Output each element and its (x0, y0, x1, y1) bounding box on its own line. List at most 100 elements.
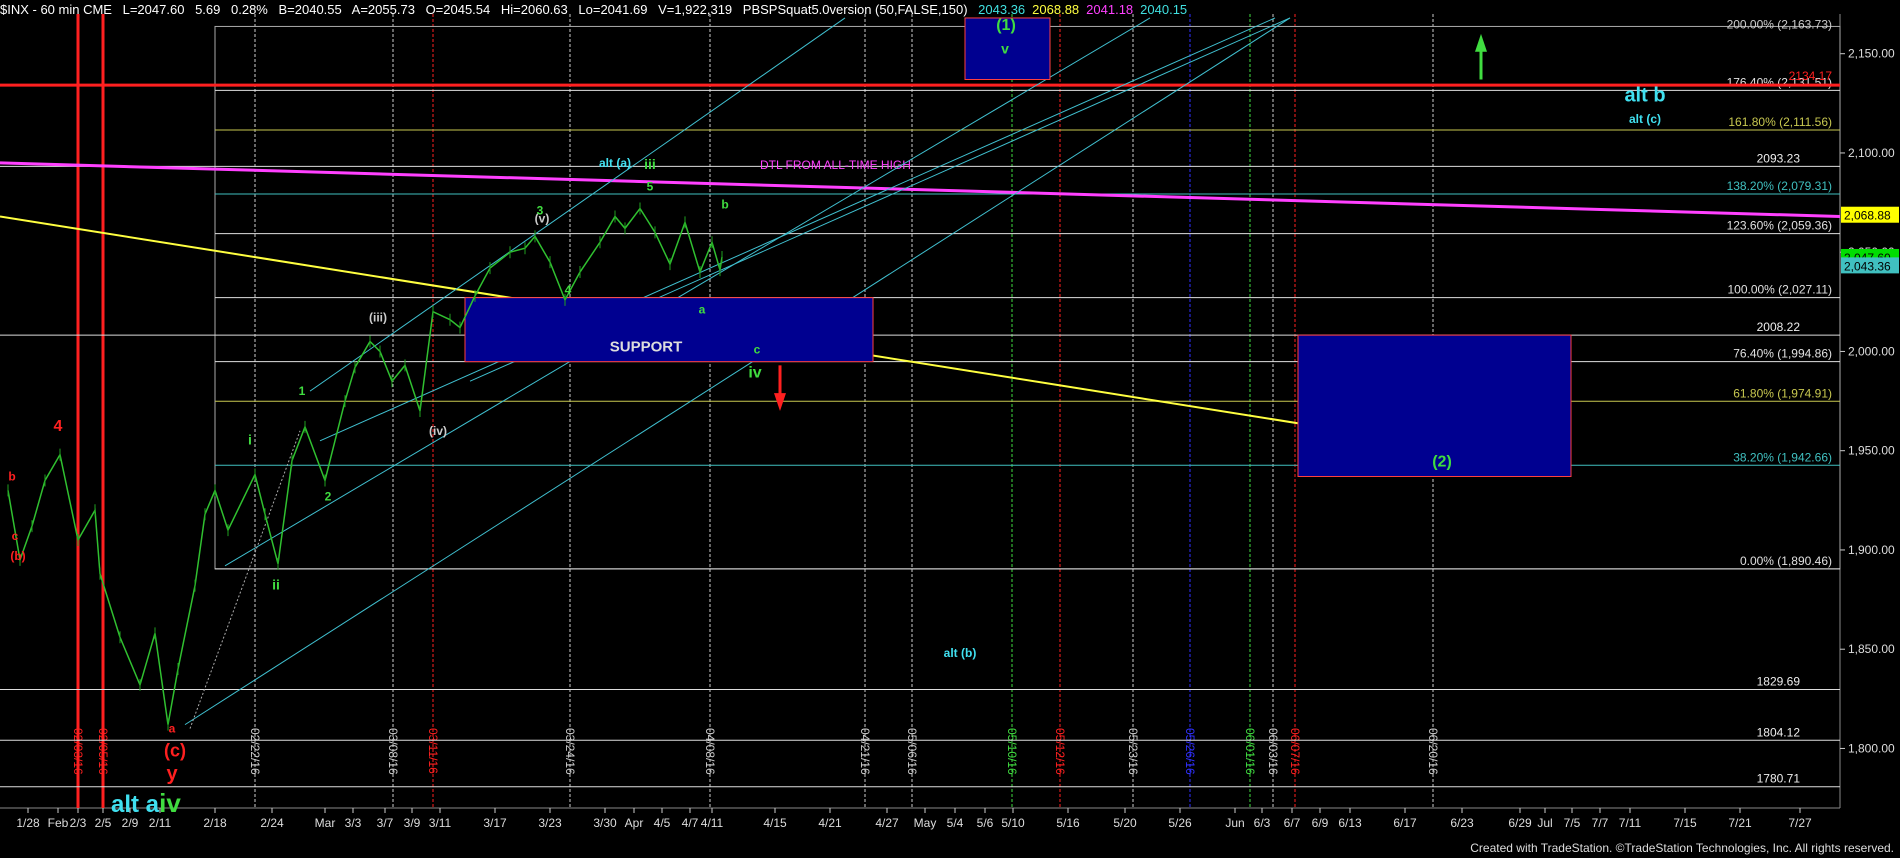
wave-label: alt (a) (599, 156, 631, 170)
wave-label: (iv) (429, 424, 447, 438)
x-tick-label: 5/10 (1001, 816, 1025, 830)
wave-label: alt b (1624, 84, 1665, 106)
x-tick-label: 6/17 (1393, 816, 1417, 830)
x-tick-label: 4/27 (875, 816, 899, 830)
channel-line (319, 17, 1276, 442)
wave-label: (1) (996, 17, 1016, 34)
x-tick-label: 7/7 (1592, 816, 1609, 830)
x-tick-label: Jun (1225, 816, 1244, 830)
x-tick-label: 7/11 (1619, 816, 1642, 830)
date-vline-label: 05/26/16 (1183, 728, 1197, 775)
y-tick-label: 1,950.00 (1848, 444, 1895, 458)
wave-label: b (8, 469, 15, 483)
x-tick-label: 2/5 (95, 816, 112, 830)
channel-line (224, 17, 1151, 567)
x-tick-label: 6/29 (1508, 816, 1532, 830)
copyright-footer: Created with TradeStation. ©TradeStation… (1470, 841, 1894, 855)
fib-label: 100.00% (2,027.11) (1727, 283, 1832, 297)
wave-label: 1 (299, 384, 306, 398)
chart-canvas: 2,150.002,100.002,050.002,000.001,950.00… (0, 14, 1899, 830)
dtl-label: DTL FROM ALL-TIME HIGH (760, 158, 911, 172)
wave-label: v (1001, 41, 1009, 57)
x-tick-label: 3/23 (538, 816, 562, 830)
wave-label: c (754, 342, 761, 356)
date-vline-label: 02/22/16 (248, 728, 262, 775)
date-vline-label: 05/23/16 (1126, 728, 1140, 775)
wave-label: b (721, 198, 728, 212)
wave-label: y (166, 763, 178, 785)
wave-label: (b) (10, 549, 25, 563)
wave-label: alt a (111, 791, 160, 818)
date-vline-label: 06/03/16 (1266, 728, 1280, 775)
wave-label: (c) (164, 740, 186, 760)
date-vline-label: 04/21/16 (858, 728, 872, 775)
x-tick-label: 3/3 (345, 816, 362, 830)
x-tick-label: 3/17 (483, 816, 507, 830)
price-badge-label: 2,068.88 (1844, 209, 1891, 223)
x-tick-label: 5/4 (947, 816, 964, 830)
x-tick-label: 3/30 (593, 816, 617, 830)
date-vline-label: 04/08/16 (703, 728, 717, 775)
wave-label: iv (748, 364, 761, 381)
wave-label: c (12, 529, 19, 543)
x-tick-label: 7/27 (1788, 816, 1812, 830)
x-tick-label: 6/7 (1284, 816, 1301, 830)
x-tick-label: 3/7 (377, 816, 394, 830)
fib-label: 138.20% (2,079.31) (1727, 179, 1832, 193)
x-tick-label: 2/18 (203, 816, 227, 830)
support-label: SUPPORT (610, 338, 683, 355)
dotted-line (189, 430, 301, 729)
x-tick-label: 1/28 (16, 816, 40, 830)
y-tick-label: 1,900.00 (1848, 543, 1895, 557)
wave-label: alt (c) (1629, 112, 1661, 126)
date-vline-label: 06/20/16 (1426, 728, 1440, 775)
y-tick-label: 2,000.00 (1848, 344, 1895, 358)
date-vline-label: 05/10/16 (1005, 728, 1019, 775)
fib-label: 161.80% (2,111.56) (1728, 115, 1832, 129)
x-tick-label: 4/11 (701, 816, 724, 830)
x-tick-label: 5/16 (1056, 816, 1080, 830)
date-vline-label: 02/03/16 (71, 728, 85, 775)
y-tick-label: 1,850.00 (1848, 642, 1895, 656)
wave-label: (2) (1432, 454, 1452, 471)
wave-label: iii (644, 156, 656, 172)
x-tick-label: 2/9 (122, 816, 139, 830)
channel-line (184, 17, 1291, 726)
y-tick-label: 2,100.00 (1848, 146, 1895, 160)
up-arrow-head (1475, 33, 1487, 52)
h-level-label: 1780.71 (1757, 772, 1801, 786)
h-level-label: 1804.12 (1757, 725, 1801, 739)
fib-label: 76.40% (1,994.86) (1733, 347, 1832, 361)
x-tick-label: 4/15 (763, 816, 787, 830)
x-tick-label: 6/9 (1312, 816, 1329, 830)
h-level-label: 1829.69 (1757, 675, 1801, 689)
x-tick-label: 4/21 (818, 816, 842, 830)
wave-label: a (699, 303, 706, 317)
date-vline-label: 06/01/16 (1243, 728, 1257, 775)
wave-label: alt (b) (944, 646, 977, 660)
h-level-label: 2008.22 (1757, 320, 1801, 334)
date-vline-label: 03/08/16 (386, 728, 400, 775)
wave-label: i (248, 432, 252, 448)
x-tick-label: Apr (625, 816, 644, 830)
y-tick-label: 2,150.00 (1848, 47, 1895, 61)
dtl-line (0, 161, 1841, 218)
wave-label: iv (159, 788, 181, 818)
x-tick-label: 6/23 (1450, 816, 1474, 830)
wave-label: 2 (325, 489, 332, 503)
price-series-line (7, 207, 723, 725)
x-tick-label: 5/26 (1168, 816, 1192, 830)
x-tick-label: 7/5 (1564, 816, 1581, 830)
x-tick-label: 5/6 (977, 816, 994, 830)
x-tick-label: 5/20 (1113, 816, 1137, 830)
x-tick-label: 2/11 (149, 816, 172, 830)
x-tick-label: May (914, 816, 937, 830)
date-vline-label: 06/07/16 (1288, 728, 1302, 775)
y-tick-label: 1,800.00 (1848, 741, 1895, 755)
wave-label: (iii) (369, 311, 387, 325)
price-badge-label: 2,043.36 (1844, 259, 1891, 273)
wave-label: ii (272, 577, 280, 593)
x-tick-label: Mar (315, 816, 336, 830)
fib-top-label: 200.00% (2,163.73) (1727, 17, 1832, 31)
wave-label: 4 (565, 283, 572, 297)
